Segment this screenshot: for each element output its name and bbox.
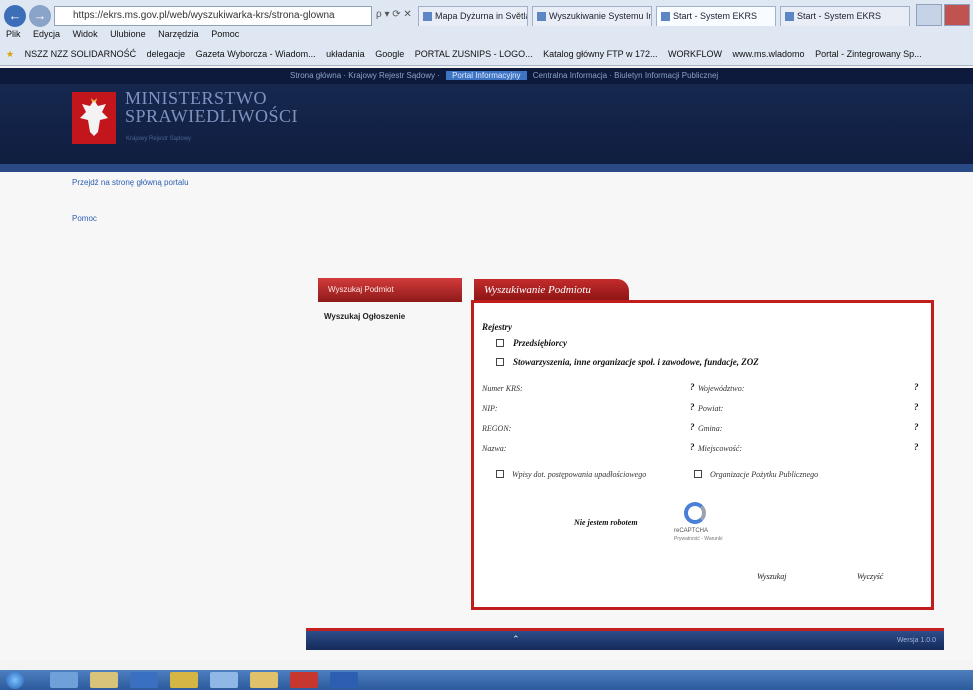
recaptcha-icon (684, 502, 706, 524)
county-label: Powiat: (698, 404, 724, 413)
portal-banner: MINISTERSTWO SPRAWIEDLIWOŚCI Krajowy Rej… (0, 84, 973, 164)
favorite-link[interactable]: układania (326, 49, 365, 59)
checkbox-entrepreneurs-label: Przedsiębiorcy (513, 338, 567, 348)
star-icon[interactable]: ★ (6, 49, 14, 59)
regon-label: REGON: (482, 424, 512, 433)
city-label: Miejscowość: (698, 444, 742, 453)
portal-top-strip: Strona główna · Krajowy Rejestr Sądowy ·… (0, 68, 973, 84)
tab-favicon-icon (661, 12, 670, 21)
favorite-link[interactable]: NSZZ NZZ SOLIDARNOŚĆ (25, 49, 137, 59)
voivodeship-help-icon[interactable]: ? (914, 382, 919, 392)
county-help-icon[interactable]: ? (914, 402, 919, 412)
favorite-link[interactable]: WORKFLOW (668, 49, 722, 59)
page-footer: ⌃ Wersja 1.0.0 (306, 628, 944, 650)
address-bar[interactable]: https://ekrs.ms.gov.pl/web/wyszukiwarka-… (54, 6, 372, 26)
favorite-link[interactable]: www.ms.wladomo (733, 49, 805, 59)
forward-arrow-icon[interactable]: → (29, 5, 51, 27)
favorite-link[interactable]: PORTAL ZUSNIPS - LOGO... (415, 49, 533, 59)
name-label: Nazwa: (482, 444, 507, 453)
eagle-emblem-graphic (80, 98, 108, 136)
menu-file[interactable]: Plik (6, 29, 21, 39)
recaptcha-widget[interactable]: reCAPTCHA Prywatność - Warunki (670, 500, 726, 546)
form-title-tab: Wyszukiwanie Podmiotu (474, 279, 629, 301)
top-strip-link[interactable]: Strona główna (290, 71, 341, 80)
help-link[interactable]: Pomoc (72, 214, 97, 223)
checkbox-opp[interactable] (694, 470, 702, 478)
address-bar-icons[interactable]: ρ ▾ ⟳ ✕ (376, 9, 412, 20)
checkbox-entrepreneurs[interactable] (496, 339, 504, 347)
captcha-label: Nie jestem robotem (574, 518, 638, 527)
checkbox-insolvency-label: Wpisy dot. postępowania upadłościowego (512, 470, 647, 479)
browser-chrome: ← → https://ekrs.ms.gov.pl/web/wyszukiwa… (0, 0, 973, 66)
nip-label: NIP: (482, 404, 498, 413)
home-portal-link[interactable]: Przejdź na stronę główną portalu (72, 178, 189, 187)
header-bottom-bar (0, 164, 973, 172)
recaptcha-terms[interactable]: Prywatność - Warunki (674, 536, 722, 542)
favorite-link[interactable]: Katalog główny FTP w 172... (543, 49, 657, 59)
browser-tab-3[interactable]: Start - System EKRS (656, 6, 776, 26)
browser-tab-2[interactable]: Wyszukiwanie Systemu Informacji (532, 6, 652, 26)
app-taskbar-icon[interactable] (210, 672, 238, 688)
menu-bar: Plik Edycja Widok Ulubione Narzędzia Pom… (0, 29, 973, 43)
nip-help-icon[interactable]: ? (690, 402, 695, 412)
word-taskbar-icon[interactable] (130, 672, 158, 688)
word-doc-taskbar-icon[interactable] (330, 672, 358, 688)
favorites-bar: ★ NSZZ NZZ SOLIDARNOŚĆ delegacje Gazeta … (0, 44, 973, 64)
commune-help-icon[interactable]: ? (914, 422, 919, 432)
back-arrow-icon[interactable]: ← (4, 5, 26, 27)
favorite-link[interactable]: delegacje (147, 49, 186, 59)
app-taskbar-icon[interactable] (250, 672, 278, 688)
name-help-icon[interactable]: ? (690, 442, 695, 452)
folder-taskbar-icon[interactable] (170, 672, 198, 688)
checkbox-associations[interactable] (496, 358, 504, 366)
city-help-icon[interactable]: ? (914, 442, 919, 452)
browser-tab-4[interactable]: Start - System EKRS (780, 6, 910, 26)
menu-favorites[interactable]: Ulubione (110, 29, 146, 39)
banner-subtitle: Krajowy Rejestr Sądowy (126, 136, 192, 142)
side-menu-search-entity[interactable]: Wyszukaj Podmiot (318, 278, 462, 302)
favorite-link[interactable]: Portal - Zintegrowany Sp... (815, 49, 922, 59)
favorite-link[interactable]: Google (375, 49, 404, 59)
tab-favicon-icon (537, 12, 546, 21)
start-button-icon[interactable] (6, 671, 24, 689)
menu-edit[interactable]: Edycja (33, 29, 60, 39)
tab-favicon-icon (423, 12, 432, 21)
explorer-taskbar-icon[interactable] (90, 672, 118, 688)
ie-taskbar-icon[interactable] (50, 672, 78, 688)
checkbox-insolvency[interactable] (496, 470, 504, 478)
browser-tab-1[interactable]: Mapa Dyżurna in Světlana (418, 6, 528, 26)
top-strip-link[interactable]: Biuletyn Informacji Publicznej (614, 71, 718, 80)
checkbox-opp-label: Organizacje Pożytku Publicznego (710, 470, 819, 479)
footer-text: Wersja 1.0.0 (896, 637, 936, 644)
minimize-button[interactable] (916, 4, 942, 26)
scroll-top-chevron-icon[interactable]: ⌃ (512, 634, 520, 645)
app-taskbar-icon[interactable] (290, 672, 318, 688)
search-button[interactable]: Wyszukaj (757, 572, 786, 581)
regon-help-icon[interactable]: ? (690, 422, 695, 432)
windows-taskbar (0, 670, 973, 690)
top-strip-active-link[interactable]: Portal Informacyjny (446, 71, 527, 80)
clear-button[interactable]: Wyczyść (857, 572, 883, 581)
menu-view[interactable]: Widok (73, 29, 98, 39)
brand-title-line2: SPRAWIEDLIWOŚCI (125, 106, 299, 126)
krs-number-label: Numer KRS: (482, 384, 523, 393)
krs-help-icon[interactable]: ? (690, 382, 695, 392)
menu-tools[interactable]: Narzędzia (158, 29, 199, 39)
tab-favicon-icon (785, 12, 794, 21)
side-menu-search-announcement[interactable]: Wyszukaj Ogłoszenie (324, 312, 405, 321)
favorite-link[interactable]: Gazeta Wyborcza - Wiadom... (196, 49, 316, 59)
eagle-emblem-icon (72, 92, 116, 144)
registers-label: Rejestry (482, 322, 512, 332)
voivodeship-label: Województwo: (698, 384, 745, 393)
recaptcha-brand: reCAPTCHA (674, 528, 709, 534)
close-window-button[interactable] (944, 4, 970, 26)
checkbox-associations-label: Stowarzyszenia, inne organizacje społ. i… (513, 357, 759, 367)
menu-help[interactable]: Pomoc (211, 29, 239, 39)
top-strip-link[interactable]: Centralna Informacja (533, 71, 607, 80)
top-strip-link[interactable]: Krajowy Rejestr Sądowy (348, 71, 435, 80)
commune-label: Gmina: (698, 424, 723, 433)
